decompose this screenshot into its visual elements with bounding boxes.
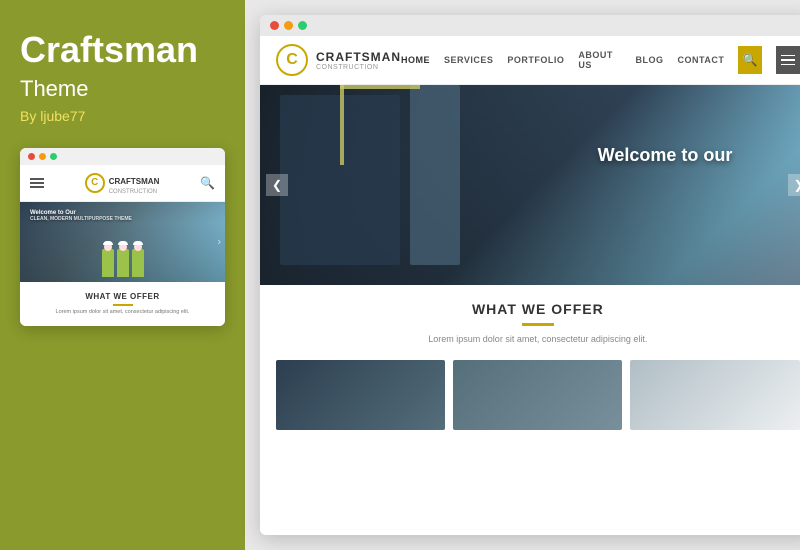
mini-worker-1: [102, 249, 114, 277]
mini-hamburger-icon[interactable]: [30, 178, 44, 188]
bottom-image-grid: [260, 360, 800, 440]
mini-worker-2: [117, 249, 129, 277]
mini-logo-circle: C: [85, 173, 105, 193]
browser-window: C CRAFTSMAN CONSTRUCTION HOME SERVICES P…: [260, 15, 800, 535]
hero-arrow-left[interactable]: ❮: [266, 174, 288, 196]
nav-home[interactable]: HOME: [401, 55, 430, 65]
mini-preview-card: C CRAFTSMAN CONSTRUCTION 🔍 Welcome to Ou…: [20, 148, 225, 327]
grid-image-1: [276, 360, 445, 430]
mini-hero-section: Welcome to Our CLEAN, MODERN MULTIPURPOS…: [20, 202, 225, 282]
mini-dot-yellow: [39, 153, 46, 160]
logo-text-block: CRAFTSMAN CONSTRUCTION: [316, 50, 401, 71]
mini-hero-workers: [20, 222, 225, 282]
theme-title: Craftsman: [20, 30, 225, 70]
mini-arrow-right[interactable]: ›: [218, 236, 221, 247]
mini-logo-text: CRAFTSMAN CONSTRUCTION: [109, 171, 160, 195]
mini-logo: C CRAFTSMAN CONSTRUCTION: [85, 171, 160, 195]
hero-crane-graphic: [340, 85, 344, 165]
nav-services[interactable]: SERVICES: [444, 55, 493, 65]
site-hero: Welcome to our ❮ ❯: [260, 85, 800, 285]
mini-dot-red: [28, 153, 35, 160]
site-logo: C CRAFTSMAN CONSTRUCTION: [276, 44, 401, 76]
mini-offer-text: Lorem ipsum dolor sit amet, consectetur …: [30, 309, 215, 317]
mini-workers-row: [102, 249, 144, 277]
mini-worker-3: [132, 249, 144, 277]
logo-circle: C: [276, 44, 308, 76]
nav-search-button[interactable]: 🔍: [738, 46, 762, 74]
mini-navbar: C CRAFTSMAN CONSTRUCTION 🔍: [20, 165, 225, 202]
site-nav: HOME SERVICES PORTFOLIO ABOUT US BLOG CO…: [401, 46, 800, 74]
site-header: C CRAFTSMAN CONSTRUCTION HOME SERVICES P…: [260, 36, 800, 85]
offer-title: WHAT WE OFFER: [276, 301, 800, 317]
nav-menu-button[interactable]: [776, 46, 800, 74]
mini-search-icon[interactable]: 🔍: [200, 176, 215, 190]
nav-blog[interactable]: BLOG: [636, 55, 664, 65]
left-panel: Craftsman Theme By ljube77 C CRAFTSMAN C…: [0, 0, 245, 550]
hero-arrow-right[interactable]: ❯: [788, 174, 800, 196]
mini-window-controls: [20, 148, 225, 165]
mini-dot-green: [50, 153, 57, 160]
offer-description: Lorem ipsum dolor sit amet, consectetur …: [276, 334, 800, 344]
offer-section: WHAT WE OFFER Lorem ipsum dolor sit amet…: [260, 285, 800, 360]
offer-divider: [522, 323, 554, 326]
browser-dot-red: [270, 21, 279, 30]
mini-offer-divider: [113, 304, 133, 306]
theme-author: By ljube77: [20, 108, 225, 124]
mini-offer-section: WHAT WE OFFER Lorem ipsum dolor sit amet…: [20, 282, 225, 327]
nav-contact[interactable]: CONTACT: [678, 55, 725, 65]
grid-image-2: [453, 360, 622, 430]
theme-subtitle: Theme: [20, 76, 225, 102]
browser-dot-yellow: [284, 21, 293, 30]
mini-offer-title: WHAT WE OFFER: [30, 292, 215, 301]
browser-dot-green: [298, 21, 307, 30]
grid-image-3: [630, 360, 799, 430]
mini-hero-text: Welcome to Our CLEAN, MODERN MULTIPURPOS…: [30, 210, 132, 222]
nav-about[interactable]: ABOUT US: [578, 50, 621, 70]
hero-heading: Welcome to our: [598, 145, 733, 166]
right-panel: C CRAFTSMAN CONSTRUCTION HOME SERVICES P…: [245, 0, 800, 550]
nav-portfolio[interactable]: PORTFOLIO: [507, 55, 564, 65]
browser-bar: [260, 15, 800, 36]
